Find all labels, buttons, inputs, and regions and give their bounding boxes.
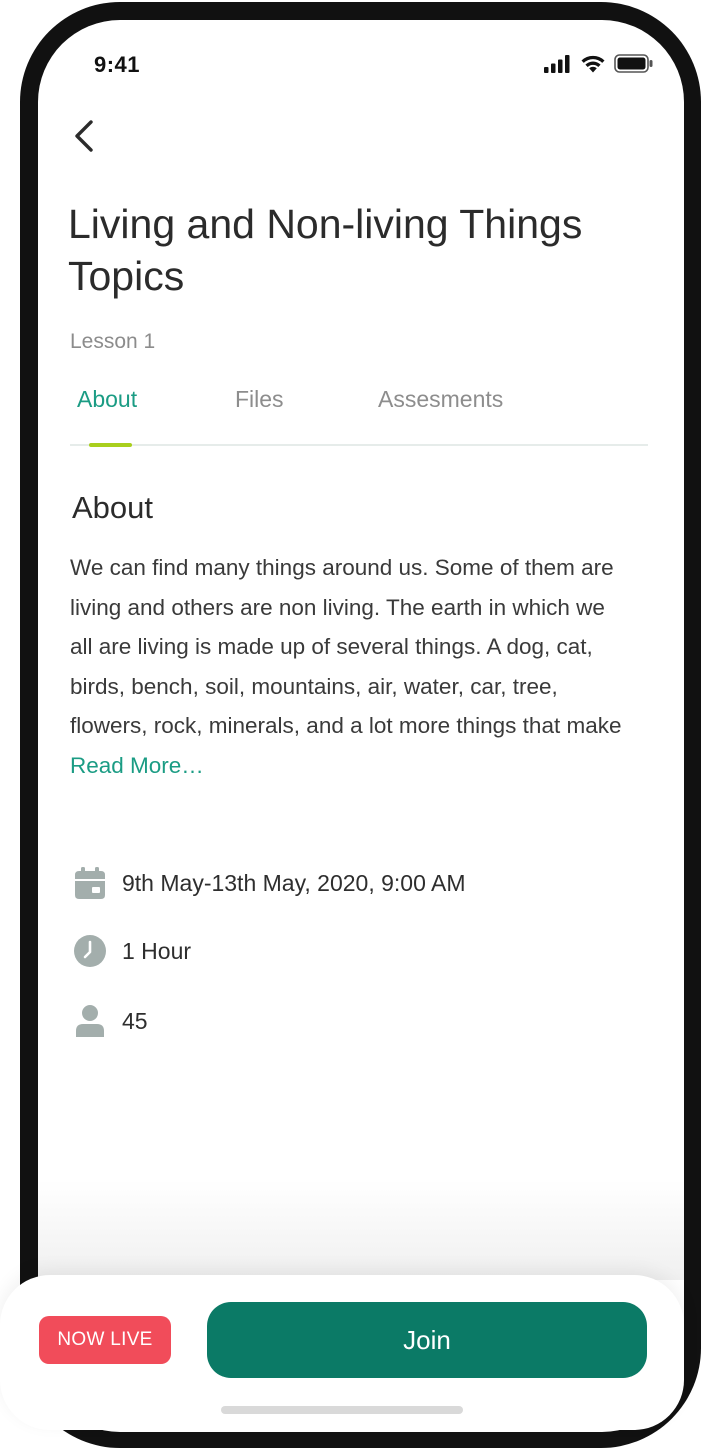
cellular-signal-icon	[544, 54, 572, 78]
page-title: Living and Non-living Things Topics	[68, 201, 583, 299]
read-more-link[interactable]: Read More…	[70, 753, 204, 778]
date-row: 9th May-13th May, 2020, 9:00 AM	[72, 865, 465, 901]
chevron-left-icon	[72, 119, 96, 158]
clock-icon	[72, 933, 108, 969]
battery-icon	[614, 54, 654, 78]
duration-text: 1 Hour	[122, 937, 192, 964]
status-time: 9:41	[94, 52, 141, 77]
duration-row: 1 Hour	[72, 933, 191, 969]
tab-assesments[interactable]: Assesments	[378, 386, 503, 413]
about-heading: About	[72, 490, 154, 525]
lesson-label: Lesson 1	[70, 330, 156, 353]
tab-bar: About Files Assesments	[70, 382, 648, 447]
bottom-fade	[38, 1180, 684, 1280]
status-icons	[544, 54, 654, 78]
wifi-icon	[580, 54, 606, 78]
about-description: We can find many things around us. Some …	[70, 548, 630, 785]
tab-files[interactable]: Files	[235, 386, 284, 413]
tab-about[interactable]: About	[77, 386, 137, 413]
attendees-row: 45	[72, 1003, 148, 1039]
person-icon	[72, 1003, 108, 1039]
calendar-icon	[72, 865, 108, 901]
back-button[interactable]	[64, 116, 104, 160]
date-text: 9th May-13th May, 2020, 9:00 AM	[122, 869, 466, 896]
join-button[interactable]: Join	[207, 1302, 647, 1378]
attendees-text: 45	[122, 1007, 148, 1034]
home-indicator[interactable]	[221, 1406, 463, 1414]
now-live-badge: NOW LIVE	[39, 1316, 171, 1364]
about-body: We can find many things around us. Some …	[70, 555, 622, 738]
active-tab-indicator	[89, 443, 132, 447]
app-screen: 9:41 Living and Non-living Things Topics…	[38, 20, 684, 1432]
